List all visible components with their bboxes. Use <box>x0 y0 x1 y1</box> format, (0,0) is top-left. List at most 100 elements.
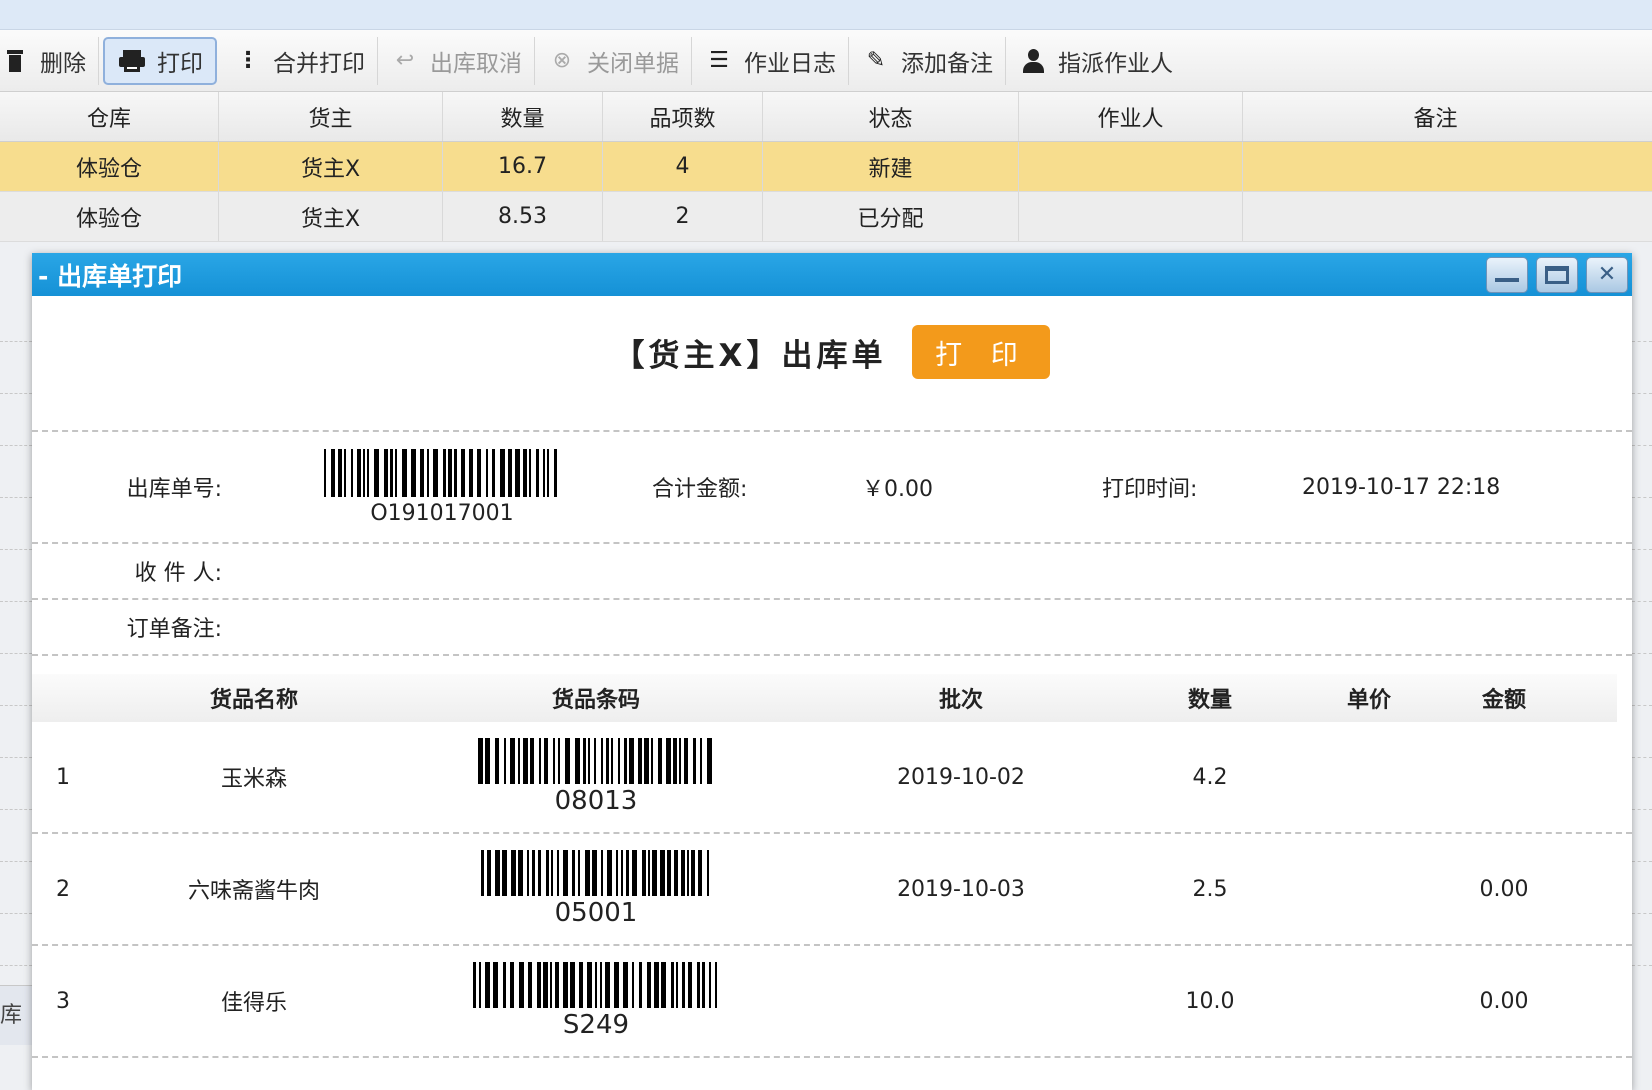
column-header: 货品名称 <box>209 688 298 713</box>
maximize-button[interactable] <box>1536 256 1578 293</box>
item-batch: 2019-10-03 <box>897 876 1025 902</box>
delete-button[interactable]: 删除 <box>0 36 99 85</box>
item-qty: 4.2 <box>1192 764 1228 790</box>
item-name: 六味斋酱牛肉 <box>187 879 320 904</box>
item-barcode-value: 08013 <box>554 786 638 816</box>
pencil-icon: ✎ <box>866 48 886 73</box>
cell-qty: 16.7 <box>443 142 603 191</box>
barcode-bars <box>481 850 711 896</box>
print-document-button[interactable]: 打 印 <box>912 325 1051 379</box>
close-button[interactable]: ✕ <box>1586 256 1628 293</box>
order-barcode: O191017001 <box>262 448 622 526</box>
toolbar: 删除 打印 ⋮ 合并打印 ↩ 出库取消 ⊗ 关闭单据 ☰ 作业日志 ✎ 添加备注… <box>0 30 1652 92</box>
total-value: ￥0.00 <box>862 477 933 502</box>
undo-arrow-icon: ↩ <box>395 48 415 73</box>
top-strip <box>0 0 1652 30</box>
minimize-icon <box>1495 277 1519 282</box>
item-qty: 10.0 <box>1185 988 1235 1014</box>
item-amount: 0.00 <box>1479 988 1529 1014</box>
table-row: 1 玉米森 08013 2019-10-02 4.2 <box>32 722 1632 834</box>
item-name: 佳得乐 <box>220 991 287 1016</box>
cell-warehouse: 体验仓 <box>0 192 219 241</box>
background-grid-lines <box>0 290 32 1090</box>
column-header: 金额 <box>1481 688 1526 713</box>
maximize-icon <box>1545 265 1569 284</box>
recipient-label: 收 件 人: <box>134 561 222 586</box>
column-header: 单价 <box>1346 688 1391 713</box>
table-row: 2 六味斋酱牛肉 05001 2019-10-03 2.5 0.00 <box>32 834 1632 946</box>
dialog-title: - 出库单打印 <box>38 261 183 291</box>
assign-worker-label: 指派作业人 <box>1058 50 1173 77</box>
window-controls: ✕ <box>1486 256 1632 293</box>
barcode-bars <box>472 962 720 1008</box>
item-barcode: S249 <box>376 962 816 1040</box>
barcode-bars <box>324 448 560 497</box>
cell-worker <box>1019 142 1243 191</box>
column-header[interactable]: 仓库 <box>0 92 219 141</box>
order-no-value: O191017001 <box>370 500 514 526</box>
work-log-button[interactable]: ☰ 作业日志 <box>692 36 849 85</box>
column-header: 货品条码 <box>551 688 640 713</box>
background-partial-label: 库 <box>0 985 32 1045</box>
close-document-label: 关闭单据 <box>587 50 679 77</box>
cell-items: 4 <box>603 142 763 191</box>
cell-status: 新建 <box>763 142 1019 191</box>
item-batch: 2019-10-02 <box>897 764 1025 790</box>
cell-worker <box>1019 192 1243 241</box>
print-label: 打印 <box>157 50 203 77</box>
cell-owner: 货主X <box>219 142 443 191</box>
add-note-label: 添加备注 <box>901 50 993 77</box>
document-header: 【货主X】出库单 打 印 <box>32 296 1632 432</box>
column-header[interactable]: 货主 <box>219 92 443 141</box>
item-index: 2 <box>56 876 70 902</box>
total-label: 合计金额: <box>652 477 748 502</box>
document-title: 【货主X】出库单 <box>613 337 887 374</box>
order-note-label: 订单备注: <box>126 617 222 642</box>
print-time-label: 打印时间: <box>1102 477 1198 502</box>
delete-label: 删除 <box>40 50 86 77</box>
item-barcode-value: 05001 <box>554 898 638 928</box>
minimize-button[interactable] <box>1486 256 1528 293</box>
background-grid-lines-right <box>1632 290 1652 1090</box>
column-header[interactable]: 状态 <box>763 92 1019 141</box>
table-row[interactable]: 体验仓 货主X 16.7 4 新建 <box>0 142 1652 192</box>
grid-header: 仓库 货主 数量 品项数 状态 作业人 备注 <box>0 92 1652 142</box>
order-no-label: 出库单号: <box>126 477 222 502</box>
item-name: 玉米森 <box>220 767 287 792</box>
work-log-label: 作业日志 <box>744 50 836 77</box>
column-header[interactable]: 品项数 <box>603 92 763 141</box>
cell-owner: 货主X <box>219 192 443 241</box>
cell-status: 已分配 <box>763 192 1019 241</box>
merge-print-button[interactable]: ⋮ 合并打印 <box>221 36 378 85</box>
item-barcode: 05001 <box>376 850 816 928</box>
printer-icon <box>117 46 147 76</box>
cell-qty: 8.53 <box>443 192 603 241</box>
circle-x-icon: ⊗ <box>552 48 572 73</box>
order-info-row: 出库单号: O191017001 合计金额: ￥0.00 打印时间: 2019-… <box>32 432 1632 544</box>
merge-print-label: 合并打印 <box>273 50 365 77</box>
table-row[interactable]: 体验仓 货主X 8.53 2 已分配 <box>0 192 1652 242</box>
cell-items: 2 <box>603 192 763 241</box>
trash-icon <box>0 46 30 76</box>
close-document-button[interactable]: ⊗ 关闭单据 <box>535 36 692 85</box>
items-table: 货品名称 货品条码 批次 数量 单价 金额 1 玉米森 08013 2019-1… <box>32 674 1632 1058</box>
dialog-titlebar[interactable]: - 出库单打印 ✕ <box>32 253 1632 296</box>
item-index: 1 <box>56 764 70 790</box>
cancel-outbound-button[interactable]: ↩ 出库取消 <box>378 36 535 85</box>
print-button[interactable]: 打印 <box>103 36 217 85</box>
column-header[interactable]: 数量 <box>443 92 603 141</box>
recipient-row: 收 件 人: <box>32 544 1632 600</box>
close-icon: ✕ <box>1597 262 1617 287</box>
cell-note <box>1243 192 1628 241</box>
item-barcode-value: S249 <box>562 1010 630 1040</box>
assign-worker-button[interactable]: 指派作业人 <box>1006 37 1185 85</box>
cell-note <box>1243 142 1628 191</box>
cell-warehouse: 体验仓 <box>0 142 219 191</box>
table-row: 3 佳得乐 S249 10.0 0.00 <box>32 946 1632 1058</box>
barcode-bars <box>478 738 714 784</box>
column-header[interactable]: 备注 <box>1243 92 1628 141</box>
cancel-outbound-label: 出库取消 <box>430 50 522 77</box>
column-header[interactable]: 作业人 <box>1019 92 1243 141</box>
item-amount: 0.00 <box>1479 876 1529 902</box>
add-note-button[interactable]: ✎ 添加备注 <box>849 36 1006 85</box>
